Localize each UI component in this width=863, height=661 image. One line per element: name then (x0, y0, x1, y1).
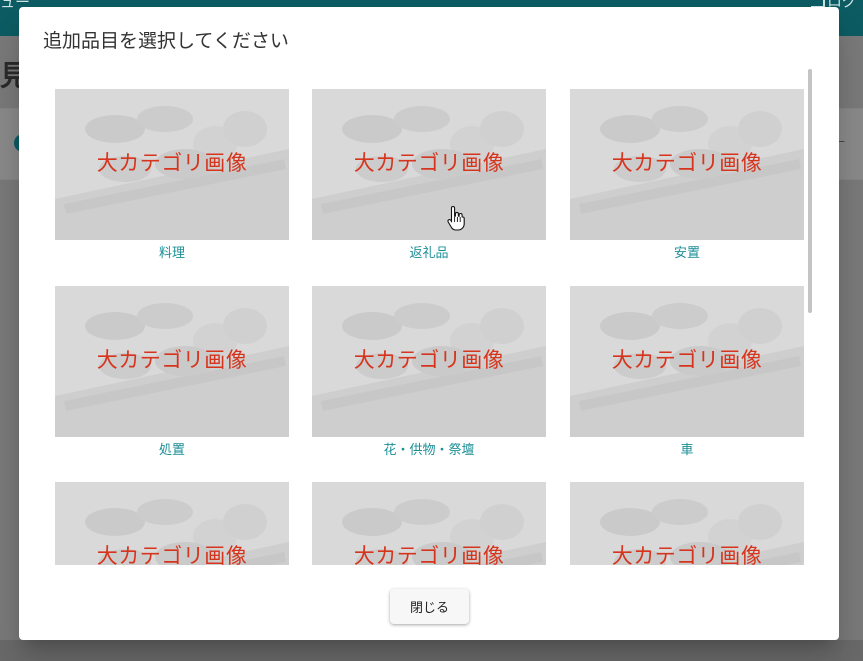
category-image-text: 大カテゴリ画像 (353, 544, 505, 565)
category-image[interactable]: 大カテゴリ画像 (55, 482, 289, 565)
category-image[interactable]: 大カテゴリ画像 (570, 482, 804, 565)
category-image[interactable]: 大カテゴリ画像 (312, 89, 546, 240)
category-image-text: 大カテゴリ画像 (353, 348, 505, 372)
category-tile[interactable]: 大カテゴリ画像 (55, 482, 289, 565)
category-tile[interactable]: 大カテゴリ画像 (570, 482, 804, 565)
category-image-text: 大カテゴリ画像 (611, 151, 763, 175)
dialog-title: 追加品目を選択してください (43, 30, 289, 52)
category-image-text: 大カテゴリ画像 (611, 348, 763, 372)
category-label[interactable]: 返礼品 (312, 242, 546, 261)
category-image-text: 大カテゴリ画像 (96, 151, 248, 175)
category-image-text: 大カテゴリ画像 (353, 151, 505, 175)
close-button[interactable]: 閉じる (390, 589, 469, 624)
category-label[interactable]: 車 (570, 439, 804, 458)
category-tile[interactable]: 大カテゴリ画像 (312, 482, 546, 565)
select-item-dialog: 追加品目を選択してください 大カテゴリ画像 料理 大カテゴリ画像 返礼品 大カテゴリ画像… (19, 7, 839, 640)
category-image[interactable]: 大カテゴリ画像 (312, 482, 546, 565)
dialog-scrollbar[interactable] (808, 69, 812, 313)
category-tile[interactable]: 大カテゴリ画像車 (570, 286, 804, 458)
category-label[interactable]: 処置 (55, 439, 289, 458)
dialog-content[interactable]: 大カテゴリ画像 料理 大カテゴリ画像 返礼品 大カテゴリ画像 安置 大カテゴリ画像 処置 大カテ… (19, 70, 839, 565)
category-image[interactable]: 大カテゴリ画像 (312, 286, 546, 437)
category-image[interactable]: 大カテゴリ画像 (570, 286, 804, 437)
category-tile[interactable]: 大カテゴリ画像 安置 (570, 89, 804, 261)
category-image-text: 大カテゴリ画像 (96, 348, 248, 372)
category-label[interactable]: 花・供物・祭壇 (312, 439, 546, 458)
category-label[interactable]: 料理 (55, 242, 289, 261)
category-label[interactable]: 安置 (570, 242, 804, 261)
category-tile[interactable]: 大カテゴリ画像 料理 (55, 89, 289, 261)
app-footer (0, 640, 863, 661)
category-image[interactable]: 大カテゴリ画像 (55, 89, 289, 240)
category-tile[interactable]: 大カテゴリ画像花・供物・祭壇 (312, 286, 546, 458)
category-image-text: 大カテゴリ画像 (96, 544, 248, 565)
category-image[interactable]: 大カテゴリ画像 (55, 286, 289, 437)
category-image[interactable]: 大カテゴリ画像 (570, 89, 804, 240)
category-image-text: 大カテゴリ画像 (611, 544, 763, 565)
category-tile[interactable]: 大カテゴリ画像返礼品 (312, 89, 546, 261)
hand-cursor-icon (447, 205, 465, 231)
category-tile[interactable]: 大カテゴリ画像 処置 (55, 286, 289, 458)
